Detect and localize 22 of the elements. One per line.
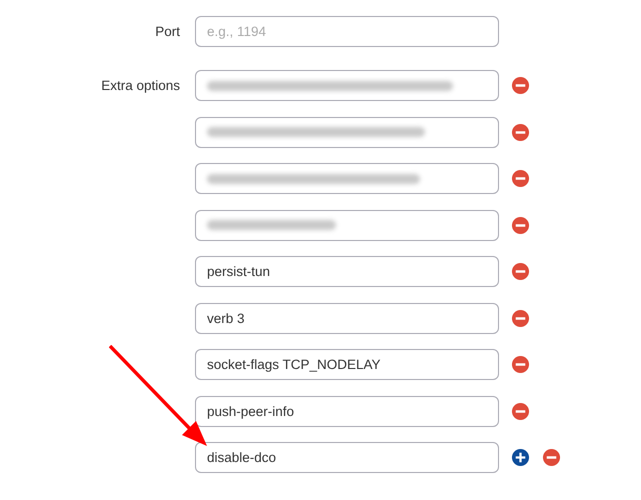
remove-icon[interactable] (511, 76, 530, 95)
option-field[interactable] (195, 210, 499, 240)
remove-icon[interactable] (542, 448, 561, 467)
option-field[interactable] (195, 70, 499, 101)
remove-icon[interactable] (511, 402, 530, 420)
option-field[interactable]: push-peer-info (195, 396, 499, 426)
remove-icon[interactable] (511, 169, 530, 188)
remove-icon[interactable] (511, 262, 530, 281)
option-field[interactable]: verb 3 (195, 302, 499, 334)
option-field[interactable]: socket-flags TCP_NODELAY (195, 349, 499, 380)
add-icon[interactable] (511, 448, 530, 467)
field-label: Extra options (100, 77, 181, 95)
remove-icon[interactable] (511, 216, 530, 234)
option-field[interactable]: disable-dco (195, 442, 499, 473)
field-label: Port (154, 23, 181, 41)
remove-icon[interactable] (511, 355, 530, 374)
port-field[interactable]: e.g., 1194 (195, 16, 499, 47)
option-field[interactable] (195, 163, 499, 194)
option-field[interactable] (195, 116, 499, 148)
remove-icon[interactable] (511, 122, 530, 142)
remove-icon[interactable] (511, 308, 530, 328)
option-field[interactable]: persist-tun (195, 256, 499, 287)
